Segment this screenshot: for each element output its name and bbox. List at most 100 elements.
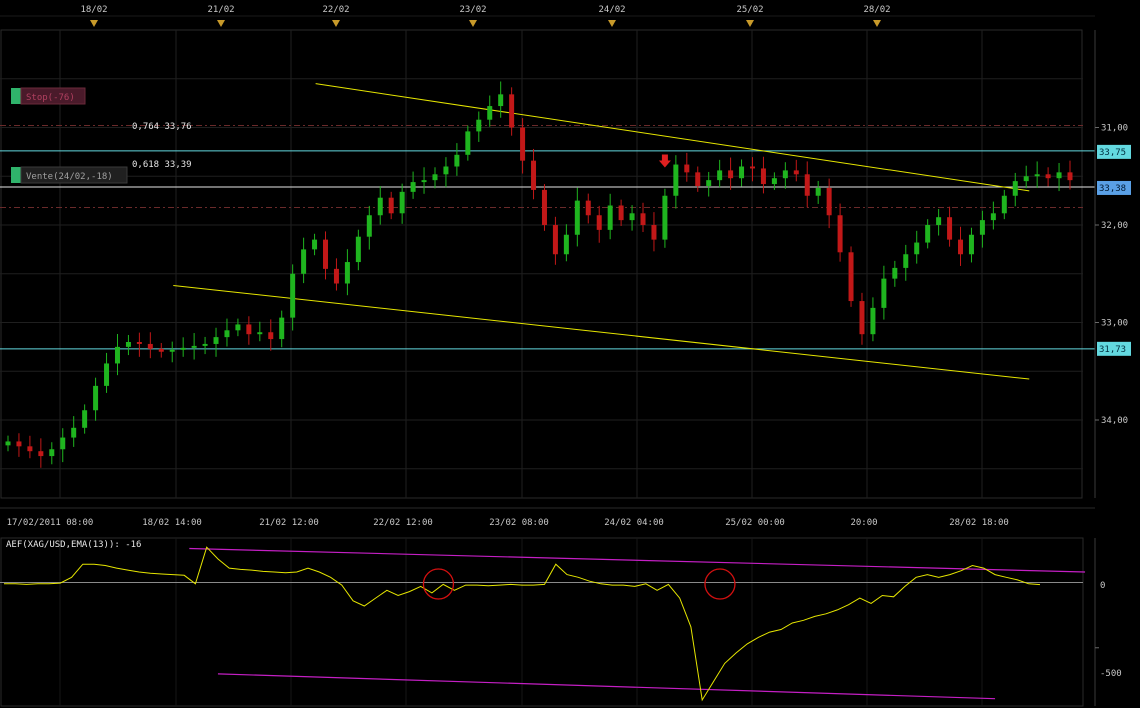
candle-body bbox=[585, 200, 591, 216]
candle-body bbox=[366, 215, 372, 237]
candle-body bbox=[968, 234, 974, 255]
stop-badge-label: Stop(-76) bbox=[26, 93, 75, 103]
candle-body bbox=[629, 213, 635, 221]
candle-body bbox=[706, 180, 712, 186]
candle-body bbox=[465, 131, 471, 155]
candle-body bbox=[618, 205, 624, 221]
candle-body bbox=[892, 267, 898, 279]
candle-body bbox=[224, 330, 230, 338]
candle-body bbox=[870, 307, 876, 335]
candle-body bbox=[410, 182, 416, 192]
bottom-axis-label: 23/02 08:00 bbox=[489, 518, 549, 528]
candle-body bbox=[903, 254, 909, 268]
bottom-axis-label: 22/02 12:00 bbox=[373, 518, 433, 528]
top-axis-label: 25/02 bbox=[736, 5, 763, 15]
candle-body bbox=[859, 301, 865, 335]
candle-body bbox=[104, 363, 110, 386]
candle-body bbox=[651, 225, 657, 240]
stop-badge[interactable]: Stop(-76) bbox=[11, 87, 86, 105]
top-axis-label: 21/02 bbox=[207, 5, 234, 15]
candle-body bbox=[848, 252, 854, 302]
candle-body bbox=[739, 166, 745, 179]
candle-body bbox=[607, 205, 613, 230]
price-tick-label: 33,00 bbox=[1101, 319, 1128, 329]
candle-body bbox=[136, 342, 142, 344]
candle-body bbox=[520, 127, 526, 161]
stop-badge-flag bbox=[11, 88, 21, 104]
indicator-zero-label: 0 bbox=[1100, 581, 1105, 591]
candle-body bbox=[399, 191, 405, 214]
candle-body bbox=[158, 348, 164, 352]
chart-background bbox=[0, 0, 1140, 708]
candle-body bbox=[323, 239, 329, 269]
price-tick-label: 31,00 bbox=[1101, 124, 1128, 134]
candle-body bbox=[454, 154, 460, 167]
candle-body bbox=[93, 385, 99, 411]
candle-body bbox=[1012, 181, 1018, 196]
candle-body bbox=[257, 332, 263, 335]
candle-body bbox=[837, 215, 843, 253]
candle-body bbox=[82, 410, 88, 428]
candle-body bbox=[443, 166, 449, 175]
vente-badge[interactable]: Vente(24/02,-18) bbox=[11, 166, 128, 184]
candle-body bbox=[990, 213, 996, 221]
bottom-axis-label: 21/02 12:00 bbox=[259, 518, 319, 528]
candle-body bbox=[826, 187, 832, 216]
candle-body bbox=[695, 172, 701, 186]
candle-body bbox=[125, 342, 131, 347]
candle-body bbox=[498, 94, 504, 107]
candle-body bbox=[16, 441, 22, 447]
candle-body bbox=[1067, 172, 1073, 181]
candle-body bbox=[958, 239, 964, 255]
candle-body bbox=[421, 180, 427, 183]
candle-body bbox=[1023, 176, 1029, 182]
candle-body bbox=[169, 349, 175, 352]
candle-body bbox=[38, 451, 44, 457]
candle-body bbox=[487, 106, 493, 120]
vente-badge-flag bbox=[11, 167, 21, 183]
candle-body bbox=[925, 225, 931, 243]
candle-body bbox=[333, 268, 339, 284]
chart-canvas[interactable]: 18/02 21/02 22/02 23/02 24/02 25/02 28/02 34,0… bbox=[0, 0, 1140, 708]
candle-body bbox=[344, 262, 350, 284]
candle-body bbox=[312, 239, 318, 250]
lower-cyan-tag: 31,73 bbox=[1099, 345, 1126, 355]
candle-body bbox=[673, 164, 679, 196]
bottom-axis-label: 25/02 00:00 bbox=[725, 518, 785, 528]
candle-body bbox=[531, 160, 537, 190]
candle-body bbox=[1056, 172, 1062, 179]
candle-body bbox=[881, 278, 887, 308]
candle-body bbox=[1001, 195, 1007, 214]
candle-body bbox=[71, 427, 77, 438]
candle-body bbox=[301, 249, 307, 274]
candle-body bbox=[180, 347, 186, 350]
vente-badge-label: Vente(24/02,-18) bbox=[26, 172, 113, 182]
candle-body bbox=[246, 324, 252, 335]
candle-body bbox=[432, 174, 438, 181]
candle-body bbox=[235, 324, 241, 331]
bottom-axis-label: 24/02 04:00 bbox=[604, 518, 664, 528]
price-tick-label: 32,00 bbox=[1101, 221, 1128, 231]
candle-body bbox=[684, 164, 690, 173]
upper-cyan-tag: 33,75 bbox=[1099, 148, 1126, 158]
candle-body bbox=[936, 217, 942, 225]
candle-body bbox=[541, 189, 547, 225]
candle-body bbox=[815, 187, 821, 196]
candle-body bbox=[114, 346, 120, 364]
top-axis-label: 18/02 bbox=[80, 5, 107, 15]
fib-0764-label: 0,764 33,76 bbox=[132, 122, 192, 132]
fib-0618-label: 0,618 33,39 bbox=[132, 160, 192, 170]
bottom-axis-label: 18/02 14:00 bbox=[142, 518, 202, 528]
candle-body bbox=[213, 337, 219, 344]
candle-body bbox=[662, 195, 668, 240]
candle-body bbox=[388, 197, 394, 214]
candle-body bbox=[202, 343, 208, 346]
candle-body bbox=[290, 273, 296, 318]
bottom-axis-label: 17/02/2011 08:00 bbox=[7, 518, 94, 528]
top-axis-label: 28/02 bbox=[863, 5, 890, 15]
candle-body bbox=[147, 343, 153, 349]
candle-body bbox=[476, 119, 482, 132]
candle-body bbox=[509, 94, 515, 128]
indicator-title: AEF(XAG/USD,EMA(13)): -16 bbox=[6, 540, 141, 550]
candle-body bbox=[552, 225, 558, 255]
